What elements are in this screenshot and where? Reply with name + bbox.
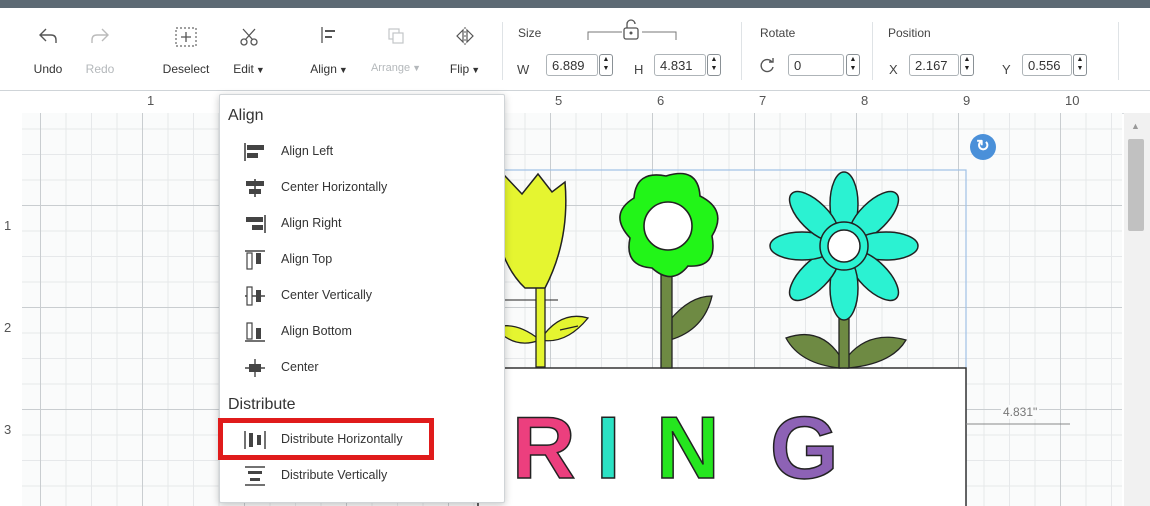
green-flower bbox=[619, 172, 719, 369]
distribute-horizontally-highlight bbox=[218, 418, 434, 460]
menu-item-distribute-vertically[interactable]: Distribute Vertically bbox=[244, 461, 494, 491]
menu-item-center-vertically[interactable]: Center Vertically bbox=[244, 281, 494, 311]
letter-i: I bbox=[596, 398, 620, 497]
menu-item-align-left[interactable]: Align Left bbox=[244, 137, 494, 167]
menu-item-align-bottom[interactable]: Align Bottom bbox=[244, 317, 494, 347]
menu-item-label: Align Right bbox=[281, 216, 342, 230]
distribute-vertically-icon bbox=[244, 466, 266, 486]
menu-item-align-top[interactable]: Align Top bbox=[244, 245, 494, 275]
distribute-menu-header: Distribute bbox=[228, 396, 296, 413]
menu-item-align-right[interactable]: Align Right bbox=[244, 209, 494, 239]
letter-r: R bbox=[512, 398, 576, 497]
menu-item-label: Distribute Vertically bbox=[281, 468, 388, 482]
design-artwork[interactable]: R I N G bbox=[0, 0, 1150, 506]
menu-item-label: Align Top bbox=[281, 252, 333, 266]
align-top-icon bbox=[244, 250, 266, 270]
aqua-daisy bbox=[769, 171, 919, 369]
align-right-icon bbox=[244, 214, 266, 234]
rotate-handle-icon[interactable]: ↻ bbox=[970, 134, 996, 160]
menu-item-label: Align Bottom bbox=[281, 324, 352, 338]
scroll-up-icon[interactable]: ▲ bbox=[1131, 121, 1140, 131]
center-vertically-icon bbox=[244, 286, 266, 306]
scrollbar-thumb[interactable] bbox=[1128, 139, 1144, 231]
letter-g: G bbox=[770, 398, 838, 497]
menu-item-label: Align Left bbox=[281, 144, 334, 158]
menu-item-label: Center Vertically bbox=[281, 288, 373, 302]
align-left-icon bbox=[244, 142, 266, 162]
menu-item-center-horizontally[interactable]: Center Horizontally bbox=[244, 173, 494, 203]
center-horizontally-icon bbox=[244, 178, 266, 198]
center-icon bbox=[244, 358, 266, 378]
menu-item-label: Center Horizontally bbox=[281, 180, 388, 194]
menu-item-label: Center bbox=[281, 360, 319, 374]
align-menu-header: Align bbox=[228, 107, 264, 124]
menu-item-center[interactable]: Center bbox=[244, 353, 494, 383]
align-bottom-icon bbox=[244, 322, 266, 342]
letter-n: N bbox=[656, 398, 720, 497]
vertical-scrollbar[interactable]: ▲ bbox=[1124, 113, 1150, 506]
height-dimension-label: 4.831" bbox=[1001, 405, 1040, 419]
